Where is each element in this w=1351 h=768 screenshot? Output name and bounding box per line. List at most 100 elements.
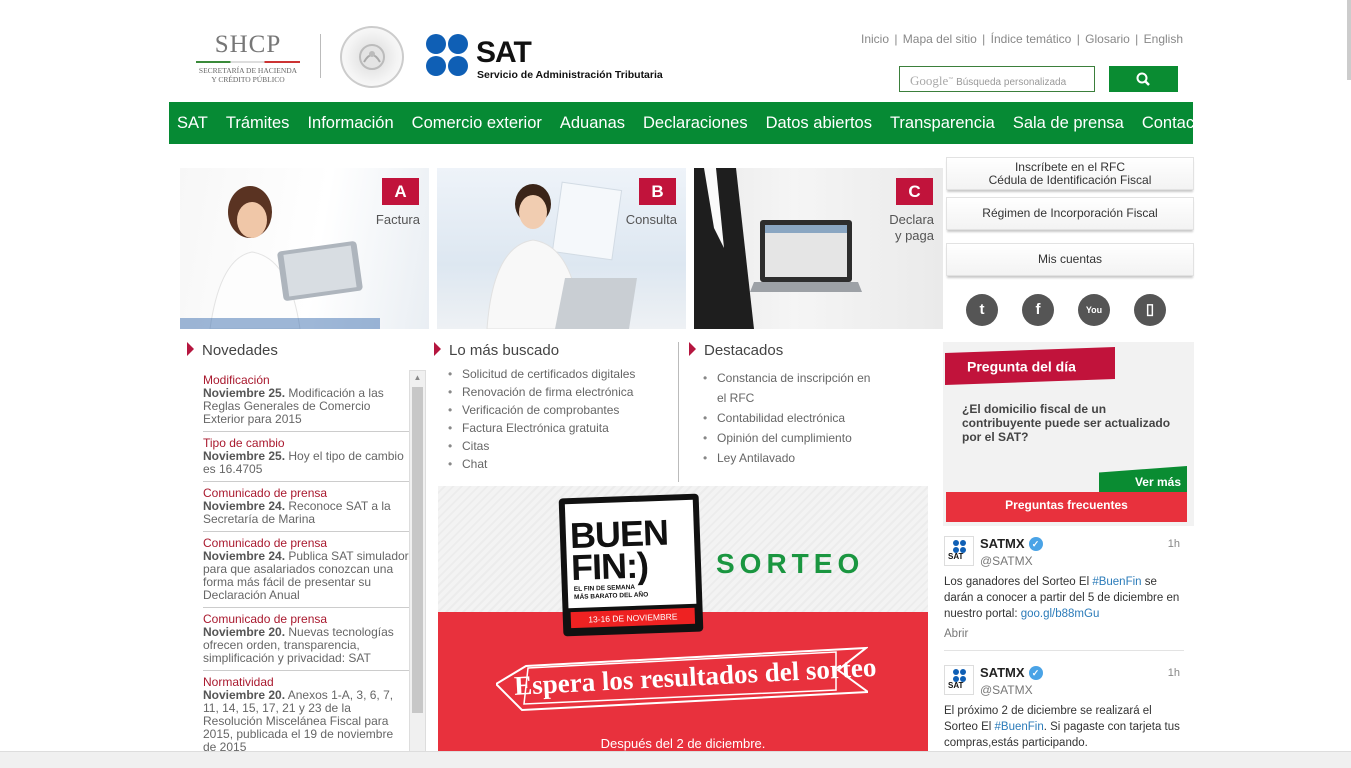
nav-tramites[interactable]: Trámites xyxy=(217,114,299,133)
novedades-title: Novedades xyxy=(187,342,278,359)
list-item[interactable]: Comunicado de prensa Noviembre 20. Nueva… xyxy=(203,613,409,671)
tweet-handle[interactable]: @SATMX xyxy=(980,554,1033,568)
preguntas-frecuentes-button[interactable]: Preguntas frecuentes xyxy=(946,492,1187,522)
logo-divider xyxy=(320,34,321,78)
tile-c-badge: C xyxy=(896,178,933,205)
tweet: SAT SATMX ✓ @SATMX 1h El próximo 2 de dic… xyxy=(944,665,1184,751)
link-inicio[interactable]: Inicio xyxy=(861,32,889,46)
rif-button[interactable]: Régimen de Incorporación Fiscal xyxy=(946,197,1194,230)
tile-factura[interactable]: A Factura xyxy=(180,168,429,329)
buen-fin-logo: BUEN FIN:) EL FIN DE SEMANA MÁS BARATO D… xyxy=(558,493,704,637)
nav-transparencia[interactable]: Transparencia xyxy=(881,114,1004,133)
column-divider xyxy=(678,342,679,482)
tweet-url-link[interactable]: goo.gl/b88mGu xyxy=(1021,608,1100,620)
list-item[interactable]: Comunicado de prensa Noviembre 24. Recon… xyxy=(203,487,409,532)
nav-declaraciones[interactable]: Declaraciones xyxy=(634,114,757,133)
buen-fin-dates: 13-16 DE NOVIEMBRE xyxy=(570,607,696,629)
link-glosario[interactable]: Glosario xyxy=(1085,32,1130,46)
novedades-panel: Modificación Noviembre 25. Modificación … xyxy=(190,370,426,752)
rfc-button-line2: Cédula de Identificación Fiscal xyxy=(988,173,1152,187)
buen-fin-banner[interactable]: BUEN FIN:) EL FIN DE SEMANA MÁS BARATO D… xyxy=(438,486,928,752)
nav-datos-abiertos[interactable]: Datos abiertos xyxy=(757,114,881,133)
list-item[interactable]: Contabilidad electrónica xyxy=(703,408,883,428)
nav-contacto[interactable]: Contacto xyxy=(1133,114,1217,133)
destacados-list: Constancia de inscripción en el RFC Cont… xyxy=(703,368,883,468)
tweet-time[interactable]: 1h xyxy=(1168,538,1180,550)
mis-cuentas-button[interactable]: Mis cuentas xyxy=(946,243,1194,276)
novedades-scrollbar[interactable]: ▲ xyxy=(409,370,426,752)
scroll-up-icon[interactable]: ▲ xyxy=(410,371,425,385)
banner-footer: Después del 2 de diciembre. xyxy=(600,736,766,751)
scrollbar-thumb[interactable] xyxy=(412,387,423,713)
hashtag-link[interactable]: #BuenFin xyxy=(995,721,1044,733)
section-arrow-icon xyxy=(689,342,696,356)
tweet-divider xyxy=(944,650,1184,651)
sat-logo[interactable]: SAT Servicio de Administración Tributari… xyxy=(426,34,666,82)
section-arrow-icon xyxy=(434,342,441,356)
tweet-open-link[interactable]: Abrir xyxy=(944,628,968,640)
tweet: SAT SATMX ✓ @SATMX 1h Los ganadores del S… xyxy=(944,536,1184,646)
nav-informacion[interactable]: Información xyxy=(298,114,402,133)
facebook-icon[interactable]: f xyxy=(1022,294,1054,326)
link-indice-tematico[interactable]: Índice temático xyxy=(991,32,1072,46)
tile-a-caption: Factura xyxy=(375,212,420,227)
pregunta-header: Pregunta del día xyxy=(945,347,1115,385)
tile-c-caption-line1: Declara xyxy=(889,212,934,227)
list-item[interactable]: Tipo de cambio Noviembre 25. Hoy el tipo… xyxy=(203,437,409,482)
list-item[interactable]: Renovación de firma electrónica xyxy=(448,383,635,401)
list-item[interactable]: Constancia de inscripción en el RFC xyxy=(703,368,883,408)
link-mapa-sitio[interactable]: Mapa del sitio xyxy=(903,32,977,46)
tweet-text: El próximo 2 de diciembre se realizará e… xyxy=(944,705,1180,749)
pregunta-text: ¿El domicilio fiscal de un contribuyente… xyxy=(962,402,1171,444)
search-button[interactable] xyxy=(1109,66,1178,92)
section-arrow-icon xyxy=(187,342,194,356)
list-item[interactable]: Solicitud de certificados digitales xyxy=(448,365,635,383)
hashtag-link[interactable]: #BuenFin xyxy=(1092,576,1141,588)
list-item[interactable]: Citas xyxy=(448,437,635,455)
shcp-logo[interactable]: SHCP SECRETARÍA DE HACIENDA Y CRÉDITO PÚ… xyxy=(192,30,304,84)
list-item[interactable]: Verificación de comprobantes xyxy=(448,401,635,419)
list-item[interactable]: Normatividad Noviembre 20. Anexos 1-A, 3… xyxy=(203,676,409,753)
list-item[interactable]: Comunicado de prensa Noviembre 24. Publi… xyxy=(203,537,409,608)
list-item[interactable]: Ley Antilavado xyxy=(703,448,883,468)
rfc-button[interactable]: Inscríbete en el RFC Cédula de Identific… xyxy=(946,157,1194,190)
link-english[interactable]: English xyxy=(1144,32,1183,46)
list-item[interactable]: Factura Electrónica gratuita xyxy=(448,419,635,437)
mexico-seal-icon xyxy=(340,26,404,88)
top-links: Inicio | Mapa del sitio | Índice temátic… xyxy=(860,32,1183,46)
tweet-handle[interactable]: @SATMX xyxy=(980,683,1033,697)
tweet-time[interactable]: 1h xyxy=(1168,667,1180,679)
tile-consulta[interactable]: B Consulta xyxy=(437,168,686,329)
twitter-icon[interactable]: t xyxy=(966,294,998,326)
sat-dots-icon xyxy=(426,34,470,78)
sat-logo-subtitle: Servicio de Administración Tributaria xyxy=(477,69,663,81)
avatar[interactable]: SAT xyxy=(944,665,974,695)
mas-buscado-title: Lo más buscado xyxy=(434,342,559,359)
novedades-list: Modificación Noviembre 25. Modificación … xyxy=(203,374,409,752)
avatar[interactable]: SAT xyxy=(944,536,974,566)
nav-sala-prensa[interactable]: Sala de prensa xyxy=(1004,114,1133,133)
search-icon xyxy=(1136,72,1150,86)
tweet-author[interactable]: SATMX ✓ xyxy=(980,536,1043,551)
apps-icon[interactable]: ▯ xyxy=(1134,294,1166,326)
sorteo-label: SORTEO xyxy=(716,548,865,579)
youtube-icon[interactable]: You xyxy=(1078,294,1110,326)
list-item[interactable]: Modificación Noviembre 25. Modificación … xyxy=(203,374,409,432)
list-item[interactable]: Opinión del cumplimiento xyxy=(703,428,883,448)
list-item[interactable]: Chat xyxy=(448,455,635,473)
main-nav: SAT Trámites Información Comercio exteri… xyxy=(169,102,1208,144)
vertical-scrollbar[interactable] xyxy=(1347,0,1351,80)
tweet-text: Los ganadores del Sorteo El #BuenFin se … xyxy=(944,576,1180,620)
man-laptop-illustration xyxy=(694,168,862,329)
nav-sat[interactable]: SAT xyxy=(169,114,217,133)
horizontal-scrollbar[interactable] xyxy=(0,751,1351,768)
tile-c-caption: Declara y paga xyxy=(889,212,934,244)
tweet-author[interactable]: SATMX ✓ xyxy=(980,665,1043,680)
tile-declara[interactable]: C Declara y paga xyxy=(694,168,943,329)
search-input[interactable]: Google™ Búsqueda personalizada xyxy=(899,66,1095,92)
nav-aduanas[interactable]: Aduanas xyxy=(551,114,634,133)
shcp-logo-bar xyxy=(196,61,300,63)
nav-comercio-exterior[interactable]: Comercio exterior xyxy=(403,114,551,133)
woman-laptop-illustration xyxy=(486,181,637,329)
tile-b-caption: Consulta xyxy=(625,212,677,227)
